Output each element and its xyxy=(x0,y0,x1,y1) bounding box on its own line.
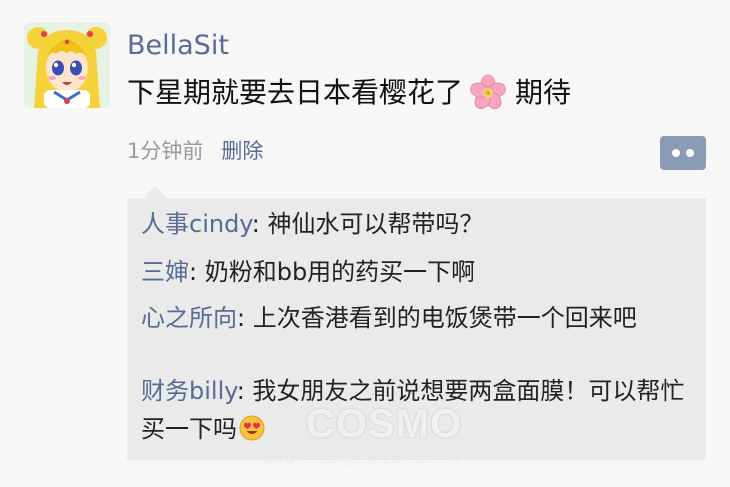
comment-author[interactable]: 人事cindy xyxy=(141,210,252,238)
comment-item[interactable]: 三婶: 奶粉和bb用的药买一下啊 xyxy=(141,253,701,291)
heart-eyes-emoji-icon xyxy=(239,414,265,441)
post-text-tail: 期待 xyxy=(515,76,572,109)
comment-separator: : xyxy=(236,377,253,405)
post-text: 下星期就要去日本看樱花了 期待 xyxy=(127,70,571,115)
delete-button[interactable]: 删除 xyxy=(221,139,263,163)
comment-text: 上次香港看到的电饭煲带一个回来吧 xyxy=(252,304,637,332)
comment-text: 神仙水可以帮带吗？ xyxy=(267,210,484,238)
cherry-blossom-icon xyxy=(469,74,507,112)
more-actions-button[interactable] xyxy=(660,136,706,170)
comment-author[interactable]: 财务billy xyxy=(141,377,237,405)
comment-separator: : xyxy=(189,258,205,286)
more-dots-icon-dot xyxy=(686,149,694,157)
comment-item[interactable]: 心之所向: 上次香港看到的电饭煲带一个回来吧 xyxy=(141,299,699,337)
watermark-url: www.cosmopolitan.com.cn xyxy=(262,452,462,467)
comment-author[interactable]: 心之所向 xyxy=(141,304,237,332)
comment-separator: : xyxy=(251,210,268,238)
post-author-name[interactable]: BellaSit xyxy=(127,28,229,64)
comments-pointer xyxy=(143,186,167,198)
comment-item[interactable]: 人事cindy: 神仙水可以帮带吗？ xyxy=(141,205,701,243)
comment-separator: : xyxy=(237,304,253,332)
post-text-main: 下星期就要去日本看樱花了 xyxy=(127,76,464,109)
watermark-logo: COSMO xyxy=(306,402,463,446)
sailor-moon-avatar-image xyxy=(24,22,110,108)
post-meta: 1分钟前 删除 xyxy=(127,136,263,166)
more-dots-icon xyxy=(672,149,680,157)
avatar[interactable] xyxy=(24,22,110,108)
comment-author[interactable]: 三婶 xyxy=(141,258,189,286)
post-timestamp: 1分钟前 xyxy=(127,139,204,163)
comment-text: 奶粉和bb用的药买一下啊 xyxy=(204,258,476,286)
